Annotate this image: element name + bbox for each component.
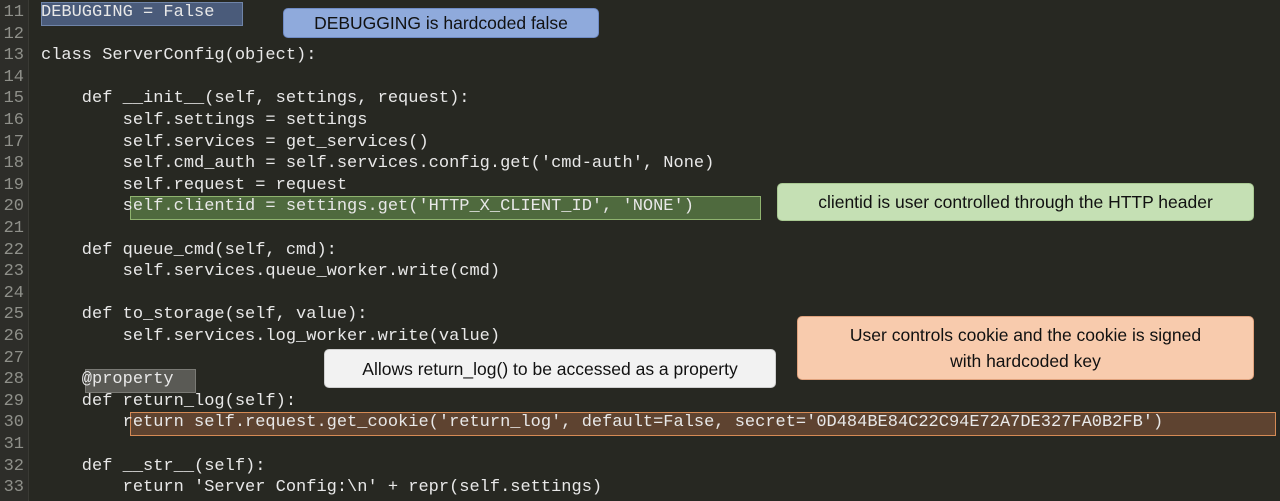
callout-debugging: DEBUGGING is hardcoded false [283,8,599,38]
code-line: self.request = request [41,175,348,195]
line-number: 24 [3,283,24,303]
code-line: self.settings = settings [41,111,368,130]
code-line: def to_storage(self, value): [41,305,368,325]
callout-clientid-text: clientid is user controlled through the … [818,192,1213,212]
code-line: def return_log(self): [41,391,297,411]
callout-property-text: Allows return_log() to be accessed as a … [362,358,738,379]
code-line: return self.request.get_cookie('return_l… [41,413,1164,433]
code-line: self.cmd_auth = self.services.config.get… [41,154,715,174]
code-line: class ServerConfig(object): [41,46,317,66]
line-number: 29 [3,391,24,411]
code-line: self.clientid = settings.get('HTTP_X_CLI… [41,197,694,217]
callout-cookie-text-line1: User controls cookie and the cookie is s… [849,325,1202,345]
line-number: 25 [3,305,24,325]
code-line: return 'Server Config:\n' + repr(self.se… [41,478,603,498]
code-line: @property [41,370,174,390]
line-number: 30 [3,413,24,433]
code-line: DEBUGGING = False [41,3,215,22]
line-number: 17 [3,132,24,152]
line-number: 11 [3,3,24,22]
line-number: 15 [3,89,24,109]
callout-cookie-text-line2: with hardcoded key [950,351,1101,371]
line-number: 19 [3,175,24,195]
callout-property: Allows return_log() to be accessed as a … [324,349,776,388]
line-number: 32 [3,456,24,476]
code-line: def queue_cmd(self, cmd): [41,240,337,260]
line-number: 28 [3,370,24,390]
code-line: self.services.queue_worker.write(cmd) [41,262,501,282]
code-line: self.services = get_services() [41,132,429,152]
line-number: 27 [3,348,24,368]
line-number: 12 [3,24,24,44]
line-number: 23 [3,262,24,282]
code-line: def __str__(self): [41,456,266,476]
line-number: 22 [3,240,24,260]
callout-cookie: User controls cookie and the cookie is s… [797,316,1254,380]
line-number: 33 [3,478,24,498]
code-line: def __init__(self, settings, request): [41,89,470,109]
line-number: 20 [3,197,24,217]
line-number: 13 [3,46,24,66]
line-number: 26 [3,327,24,346]
code-line: self.services.log_worker.write(value) [41,327,501,346]
callout-debugging-text: DEBUGGING is hardcoded false [314,13,568,33]
line-number: 31 [3,435,24,454]
line-number: 16 [3,111,24,130]
line-number: 18 [3,154,24,174]
code-editor: 11 DEBUGGING = False 12 13 class ServerC… [0,0,1280,501]
line-number: 14 [3,67,24,87]
callout-clientid: clientid is user controlled through the … [777,183,1254,221]
line-number: 21 [3,219,24,238]
